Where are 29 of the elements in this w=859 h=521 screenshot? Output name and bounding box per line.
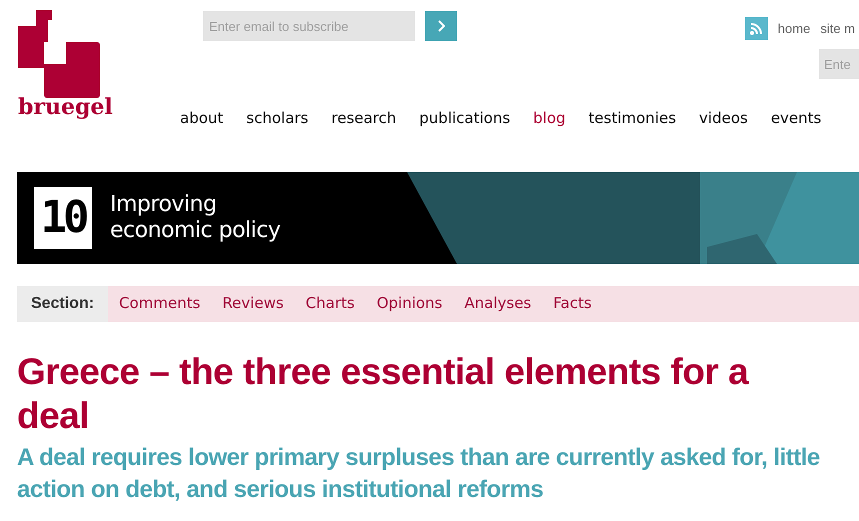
section-link[interactable]: Comments (119, 292, 200, 315)
article-subtitle: A deal requires lower primary surpluses than are currently asked for, little action on debt, and serious institutional reforms (17, 442, 821, 504)
article-title: Greece – the three essential elements for a deal (17, 350, 750, 438)
search-field[interactable]: Ente (819, 49, 859, 79)
nav-link[interactable]: about (180, 107, 224, 130)
section-label: Section: (17, 286, 108, 322)
rss-icon[interactable] (744, 17, 768, 40)
nav-link[interactable]: events (770, 107, 822, 130)
logo-icon (18, 10, 102, 98)
nav-link[interactable]: testimonies (588, 107, 676, 130)
badge: 10 (34, 186, 92, 248)
logo-text: bruegel (18, 96, 114, 118)
chevron-right-icon (437, 20, 445, 32)
section-link[interactable]: Facts (553, 292, 592, 315)
banner-title: economic policy (110, 218, 280, 244)
nav-link[interactable]: videos (699, 107, 748, 130)
top-link[interactable]: home (778, 18, 810, 38)
section-link[interactable]: Opinions (376, 292, 442, 315)
nav-link[interactable]: blog (533, 107, 566, 130)
section-link[interactable]: Analyses (464, 292, 532, 315)
section-link[interactable]: Reviews (222, 292, 284, 315)
section-link[interactable]: Charts (306, 292, 355, 315)
subscribe-button[interactable] (425, 11, 457, 41)
nav-link[interactable]: publications (419, 107, 510, 130)
subscribe-field[interactable]: Enter email to subscribe (203, 11, 415, 41)
nav-link[interactable]: research (331, 107, 396, 130)
top-link[interactable]: site m (820, 18, 855, 38)
nav-link[interactable]: scholars (246, 107, 308, 130)
banner-title: Improving (110, 192, 218, 218)
